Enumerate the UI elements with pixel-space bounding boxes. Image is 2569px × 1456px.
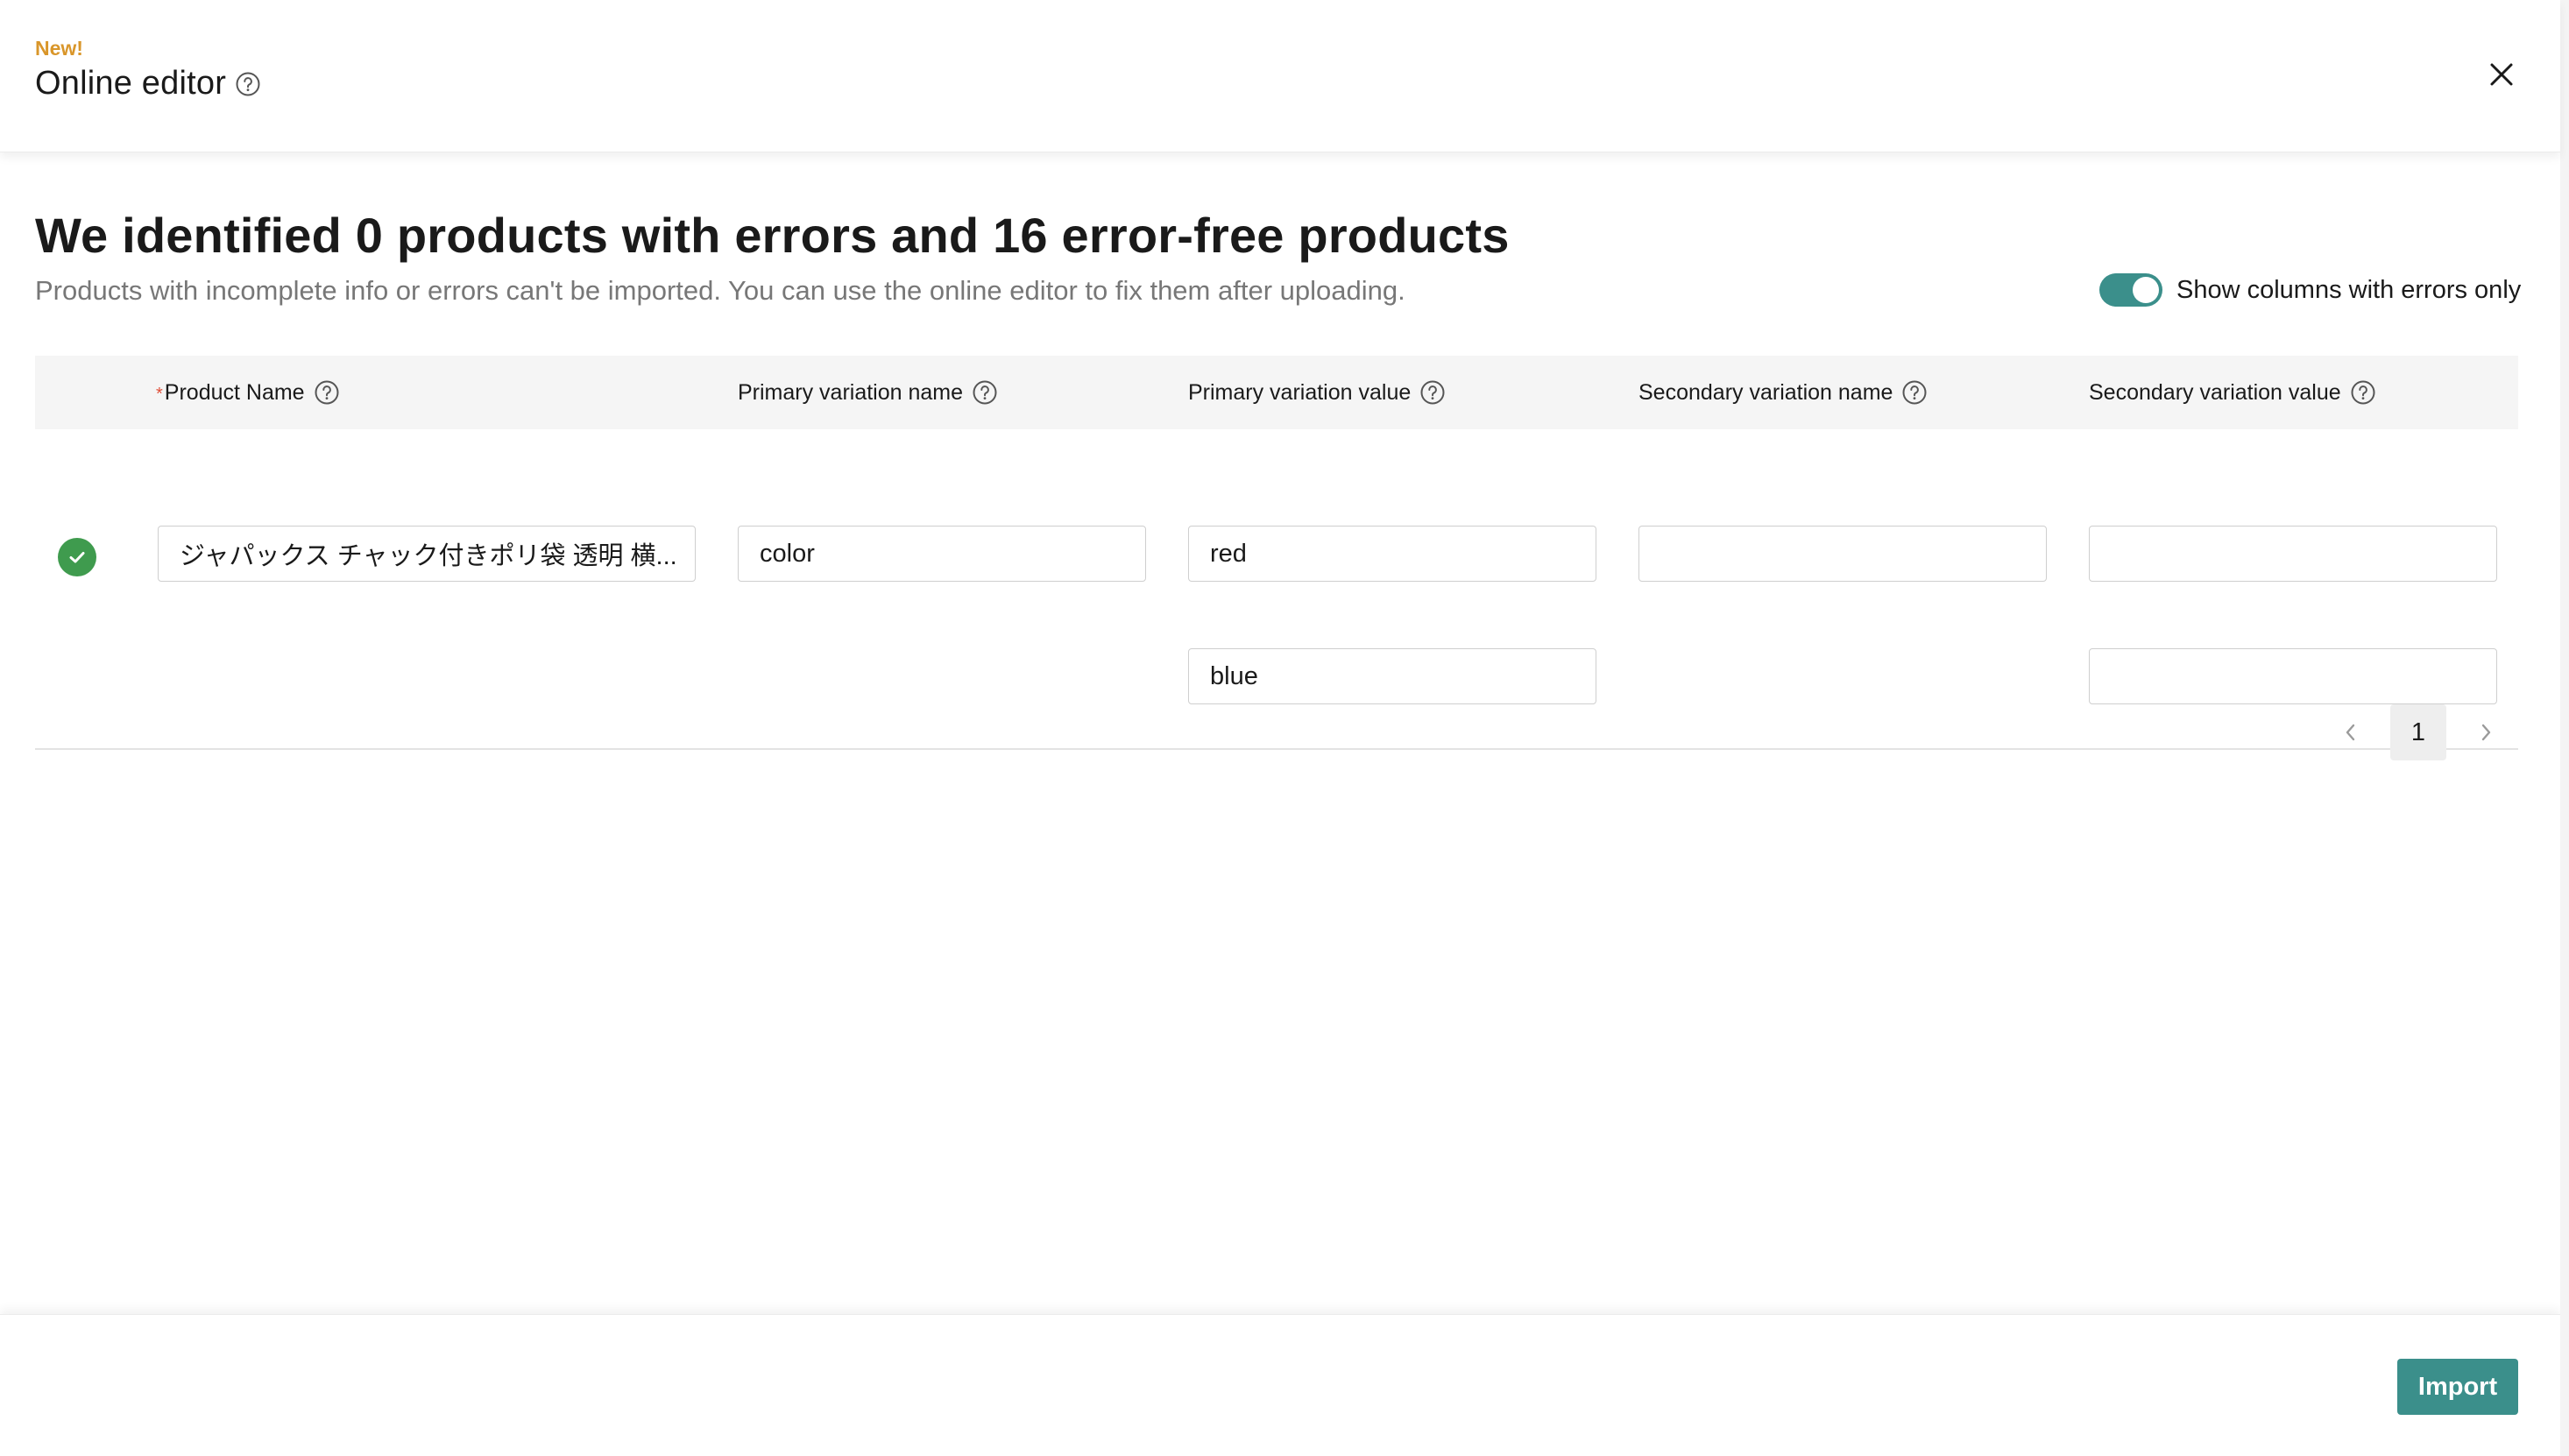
- import-button[interactable]: Import: [2397, 1359, 2518, 1415]
- new-badge: New!: [35, 37, 83, 60]
- chevron-left-icon: [2346, 724, 2355, 741]
- column-header-product-name: *Product Name: [156, 356, 340, 429]
- help-icon[interactable]: [1901, 379, 1928, 406]
- pagination: 1: [2339, 704, 2497, 760]
- primary-variation-value-input[interactable]: [1188, 526, 1596, 582]
- table-row: ジャパックス チャック付きポリ袋 透明 横...: [35, 429, 2518, 750]
- help-icon[interactable]: [2350, 379, 2376, 406]
- chevron-right-icon: [2481, 724, 2491, 741]
- modal-title: Online editor: [35, 65, 227, 102]
- scrollbar[interactable]: [2560, 0, 2569, 1456]
- online-editor-modal: New! Online editor We identified 0 produ…: [0, 0, 2560, 1456]
- page-number-button[interactable]: 1: [2390, 704, 2446, 760]
- help-icon[interactable]: [1419, 379, 1446, 406]
- summary-headline: We identified 0 products with errors and…: [35, 208, 1510, 263]
- help-icon[interactable]: [235, 71, 261, 97]
- previous-page-button[interactable]: [2339, 721, 2362, 744]
- errors-only-toggle-label: Show columns with errors only: [2176, 275, 2522, 304]
- errors-only-toggle[interactable]: [2099, 273, 2162, 307]
- help-icon[interactable]: [314, 379, 340, 406]
- column-header-primary-variation-name: Primary variation name: [738, 356, 998, 429]
- toggle-knob: [2133, 277, 2159, 303]
- title-row: Online editor: [35, 65, 261, 102]
- modal-footer: Import: [0, 1314, 2560, 1456]
- secondary-variation-value-input[interactable]: [2089, 648, 2497, 704]
- required-mark: *: [156, 384, 163, 404]
- help-icon[interactable]: [972, 379, 998, 406]
- secondary-variation-value-input[interactable]: [2089, 526, 2497, 582]
- summary-subline: Products with incomplete info or errors …: [35, 275, 1405, 306]
- product-name-input[interactable]: ジャパックス チャック付きポリ袋 透明 横...: [158, 526, 696, 582]
- column-header-secondary-variation-value: Secondary variation value: [2089, 356, 2376, 429]
- primary-variation-name-input[interactable]: [738, 526, 1146, 582]
- next-page-button[interactable]: [2474, 721, 2497, 744]
- close-icon: [2490, 63, 2513, 86]
- secondary-variation-name-input[interactable]: [1638, 526, 2047, 582]
- products-table: *Product Name Primary variation name Pri…: [35, 356, 2518, 750]
- primary-variation-value-input[interactable]: [1188, 648, 1596, 704]
- success-check-icon: [58, 538, 96, 576]
- errors-only-toggle-group: Show columns with errors only: [2099, 273, 2521, 307]
- table-header: *Product Name Primary variation name Pri…: [35, 356, 2518, 429]
- modal-header: New! Online editor: [0, 0, 2560, 152]
- column-header-secondary-variation-name: Secondary variation name: [1638, 356, 1928, 429]
- column-header-primary-variation-value: Primary variation value: [1188, 356, 1446, 429]
- close-button[interactable]: [2481, 54, 2522, 95]
